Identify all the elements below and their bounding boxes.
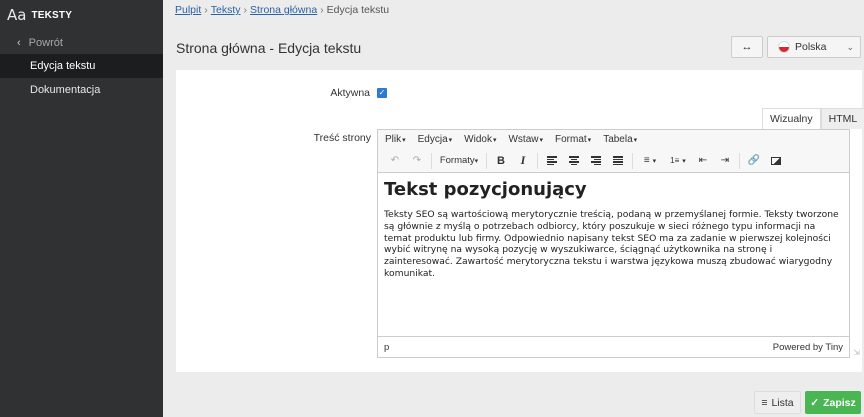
language-label: Polska: [795, 41, 827, 53]
sidebar-item-label: Dokumentacja: [30, 84, 101, 96]
sidebar-item-edycja-tekstu[interactable]: Edycja tekstu: [0, 54, 163, 78]
logo-icon: Aa: [7, 6, 27, 24]
align-center-icon[interactable]: [563, 152, 585, 170]
content-heading: Tekst pozycjonujący: [384, 179, 587, 200]
editor-tabs: Wizualny HTML: [762, 108, 864, 129]
breadcrumb-current: Edycja tekstu: [326, 4, 390, 16]
rich-text-editor: Plik Edycja Widok Wstaw Format Tabela ↶ …: [377, 129, 860, 358]
outdent-icon[interactable]: ⇤: [692, 152, 714, 170]
menu-format[interactable]: Format: [555, 134, 591, 145]
sidebar-item-label: Edycja tekstu: [30, 60, 96, 72]
toolbar-divider: [632, 152, 633, 169]
align-right-icon[interactable]: [585, 152, 607, 170]
toolbar-divider: [537, 152, 538, 169]
editor-menubar: Plik Edycja Widok Wstaw Format Tabela: [378, 130, 849, 149]
list-icon: ≡: [761, 396, 768, 409]
sidebar-item-dokumentacja[interactable]: Dokumentacja: [0, 78, 163, 102]
tab-wizualny[interactable]: Wizualny: [762, 108, 821, 129]
align-justify-icon[interactable]: [607, 152, 629, 170]
page-title: Strona główna - Edycja tekstu: [176, 40, 362, 56]
numbered-list-icon[interactable]: 1≡ ▾: [664, 152, 692, 170]
toolbar-divider: [739, 152, 740, 169]
form-panel: Aktywna ✓ Treść strony Wizualny HTML Pli…: [176, 70, 864, 372]
toolbar-divider: [431, 152, 432, 169]
menu-tabela[interactable]: Tabela: [603, 134, 637, 145]
menu-widok[interactable]: Widok: [464, 134, 496, 145]
breadcrumb-link-strona-glowna[interactable]: Strona główna: [250, 4, 317, 16]
caret-down-icon: ▾: [474, 157, 479, 165]
content-label: Treść strony: [313, 132, 371, 144]
list-button-label: Lista: [771, 396, 794, 409]
save-button[interactable]: ✓ Zapisz: [805, 391, 861, 414]
breadcrumb-link-teksty[interactable]: Teksty: [211, 4, 241, 16]
powered-by[interactable]: Powered by Tiny: [773, 342, 843, 353]
editor-toolbar: ↶ ↷ Formaty ▾ B I ≡ ▾ 1≡ ▾ ⇤ ⇥ 🔗: [378, 149, 849, 173]
breadcrumb-separator: ›: [204, 4, 208, 16]
chevron-down-icon: ⌄: [846, 42, 854, 52]
language-select[interactable]: Polska ⌄: [767, 36, 861, 58]
editor-content[interactable]: Tekst pozycjonujący Teksty SEO są wartoś…: [378, 173, 849, 280]
breadcrumb-separator: ›: [243, 4, 248, 16]
formats-label: Formaty: [439, 155, 475, 166]
tab-html[interactable]: HTML: [820, 108, 864, 129]
sidebar: Aa TEKSTY ‹ Powrót Edycja tekstu Dokumen…: [0, 0, 163, 417]
menu-plik[interactable]: Plik: [385, 134, 406, 145]
bullet-list-icon[interactable]: ≡ ▾: [636, 152, 664, 170]
app-logo[interactable]: Aa TEKSTY: [0, 0, 163, 30]
expand-button[interactable]: ↔: [731, 36, 763, 58]
indent-icon[interactable]: ⇥: [714, 152, 736, 170]
content-paragraph: Teksty SEO są wartościową merytorycznie …: [384, 209, 839, 279]
undo-icon[interactable]: ↶: [384, 152, 406, 170]
active-label: Aktywna: [330, 87, 370, 99]
breadcrumb-link-pulpit[interactable]: Pulpit: [175, 4, 201, 16]
poland-flag-icon: [778, 41, 790, 53]
redo-icon[interactable]: ↷: [406, 152, 428, 170]
list-button[interactable]: ≡ Lista: [754, 391, 801, 414]
italic-icon[interactable]: I: [512, 152, 534, 170]
app-title: TEKSTY: [31, 9, 73, 21]
formats-dropdown[interactable]: Formaty ▾: [435, 152, 483, 170]
resize-handle-icon[interactable]: ⇲: [853, 348, 860, 357]
menu-edycja[interactable]: Edycja: [418, 134, 453, 145]
image-icon[interactable]: [765, 152, 787, 170]
save-button-label: Zapisz: [823, 396, 856, 409]
element-path[interactable]: p: [384, 342, 389, 353]
back-label: Powrót: [28, 36, 63, 49]
arrows-horizontal-icon: ↔: [741, 41, 753, 53]
link-icon[interactable]: 🔗: [743, 152, 765, 170]
back-link[interactable]: ‹ Powrót: [0, 34, 163, 51]
breadcrumb: Pulpit › Teksty › Strona główna › Edycja tekst…: [175, 4, 389, 16]
editor-statusbar: p Powered by Tiny: [378, 336, 849, 357]
active-checkbox[interactable]: ✓: [377, 88, 387, 98]
menu-wstaw[interactable]: Wstaw: [508, 134, 543, 145]
chevron-left-icon: ‹: [17, 36, 21, 49]
breadcrumb-separator: ›: [320, 4, 324, 16]
toolbar-divider: [486, 152, 487, 169]
align-left-icon[interactable]: [541, 152, 563, 170]
bold-icon[interactable]: B: [490, 152, 512, 170]
checkmark-icon: ✓: [810, 396, 820, 409]
